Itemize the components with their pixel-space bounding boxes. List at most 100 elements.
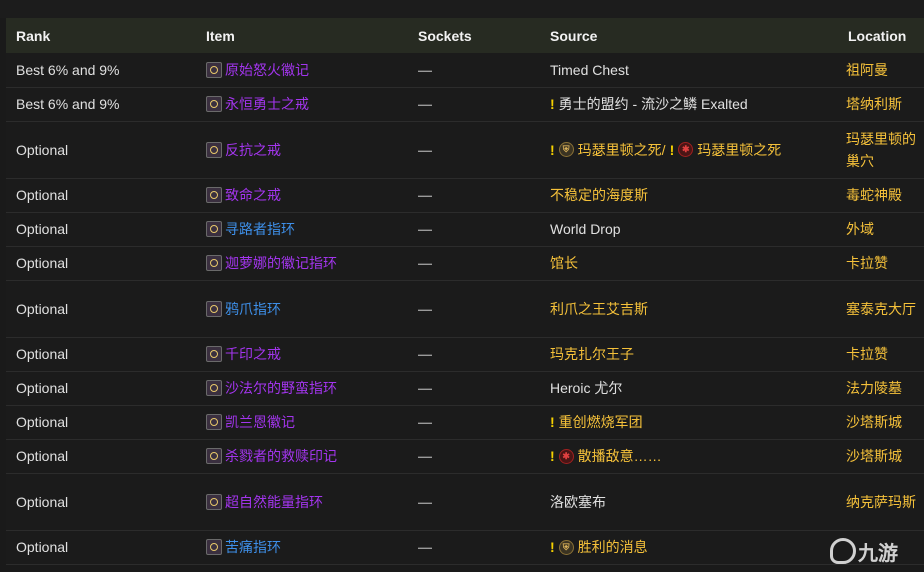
location-link[interactable]: 外域 xyxy=(846,218,924,240)
location-link[interactable]: 沙塔斯城 xyxy=(846,445,924,467)
location-link[interactable]: 卡拉赞 xyxy=(846,343,924,365)
ring-icon[interactable] xyxy=(206,300,222,317)
item-link[interactable]: 杀戮者的救赎印记 xyxy=(225,446,337,466)
ring-icon[interactable] xyxy=(206,539,222,555)
table-row: Optional 致命之戒 — 不稳定的海度斯 毒蛇神殿 xyxy=(6,178,924,212)
item-link[interactable]: 千印之戒 xyxy=(225,344,281,364)
location-cell: 玛瑟里顿的巢穴 xyxy=(838,121,924,178)
item-cell: 致命之戒 xyxy=(196,178,408,212)
location-link[interactable]: 沙塔斯城 xyxy=(846,411,924,433)
rank-cell: Optional xyxy=(16,346,69,362)
location-link[interactable]: 塞泰克大厅 xyxy=(846,298,924,320)
location-cell: 沙塔斯城 xyxy=(838,405,924,439)
sockets-cell: — xyxy=(418,221,432,237)
item-cell: 苦痛指环 xyxy=(196,530,408,564)
rank-cell: Best 6% and 9% xyxy=(16,61,120,78)
item-cell: 永恒勇士之戒 xyxy=(196,87,408,121)
source-link[interactable]: 玛瑟里顿之死/ xyxy=(578,140,666,160)
sockets-cell: — xyxy=(418,61,432,78)
top-band xyxy=(0,0,924,18)
item-cell: 寻路者指环 xyxy=(196,212,408,246)
item-link[interactable]: 原始怒火徽记 xyxy=(225,60,309,80)
location-cell: 纳克萨玛斯 xyxy=(838,473,924,530)
header-rank[interactable]: Rank xyxy=(6,18,196,53)
ring-icon[interactable] xyxy=(206,448,222,464)
source-cell: 玛克扎尔王子 xyxy=(540,337,838,371)
item-link[interactable]: 凯兰恩徽记 xyxy=(225,412,295,432)
ring-icon[interactable] xyxy=(206,187,222,203)
table-row: Optional 苦痛指环 —! ⛨ 胜利的消息 xyxy=(6,530,924,564)
item-cell: 反抗之戒 xyxy=(196,121,408,178)
table-row: Optional 凯兰恩徽记 —! 重创燃烧军团 沙塔斯城 xyxy=(6,405,924,439)
source-link[interactable]: Timed Chest xyxy=(550,62,629,78)
item-link[interactable]: 永恒勇士之戒 xyxy=(225,94,309,114)
location-link[interactable]: 纳克萨玛斯 xyxy=(846,491,924,513)
header-source[interactable]: Source xyxy=(540,18,838,53)
source-cell: ! ⛨ 玛瑟里顿之死/! ✱ 玛瑟里顿之死 xyxy=(540,121,838,178)
header-item[interactable]: Item xyxy=(196,18,408,53)
rank-cell: Optional xyxy=(16,141,69,158)
source-cell: Timed Chest xyxy=(540,53,838,87)
item-link[interactable]: 致命之戒 xyxy=(225,185,281,205)
location-cell: 塔纳利斯 xyxy=(838,87,924,121)
rank-cell: Optional xyxy=(16,448,69,464)
site-watermark: 九游 xyxy=(830,532,920,570)
header-location[interactable]: Location xyxy=(838,18,924,53)
source-link[interactable]: Heroic 尤尔 xyxy=(550,378,622,398)
ring-icon[interactable] xyxy=(206,493,222,510)
item-link[interactable]: 寻路者指环 xyxy=(225,219,295,239)
ring-icon[interactable] xyxy=(206,346,222,362)
source-link[interactable]: 洛欧塞布 xyxy=(550,492,606,512)
sockets-cell: — xyxy=(418,141,432,158)
alliance-icon: ⛨ xyxy=(558,539,574,555)
location-link[interactable]: 祖阿曼 xyxy=(846,59,924,81)
source-link[interactable]: 勇士的盟约 - 流沙之鳞 Exalted xyxy=(559,94,748,114)
location-link[interactable]: 塔纳利斯 xyxy=(846,93,924,115)
item-cell: 沙法尔的野蛮指环 xyxy=(196,371,408,405)
source-link[interactable]: 玛瑟里顿之死 xyxy=(697,140,781,160)
table-row: Optional 反抗之戒 — ! ⛨ 玛瑟里顿之死/! ✱ 玛瑟里顿之死 玛瑟里顿的巢穴 xyxy=(6,121,924,178)
header-sockets[interactable]: Sockets xyxy=(408,18,540,53)
item-cell: 迦萝娜的徽记指环 xyxy=(196,246,408,280)
item-link[interactable]: 沙法尔的野蛮指环 xyxy=(225,378,337,398)
source-link[interactable]: 不稳定的海度斯 xyxy=(550,185,648,205)
rank-cell: Optional xyxy=(16,255,69,271)
table-header-row: Rank Item Sockets Source Location xyxy=(6,18,924,53)
source-cell: ! ⛨ 胜利的消息 xyxy=(540,530,838,564)
source-link[interactable]: 玛克扎尔王子 xyxy=(550,344,634,364)
source-link[interactable]: 馆长 xyxy=(550,253,578,273)
ring-icon[interactable] xyxy=(206,414,222,430)
location-cell: 法力陵墓 xyxy=(838,371,924,405)
source-link[interactable]: 利爪之王艾吉斯 xyxy=(550,299,648,319)
item-link[interactable]: 苦痛指环 xyxy=(225,537,281,557)
source-link[interactable]: 重创燃烧军团 xyxy=(559,412,643,432)
ring-icon[interactable] xyxy=(206,380,222,396)
item-link[interactable]: 鸦爪指环 xyxy=(225,299,281,319)
table-row: Best 6% and 9% 原始怒火徽记 — Timed Chest 祖阿曼 xyxy=(6,53,924,87)
item-link[interactable]: 反抗之戒 xyxy=(225,140,281,160)
source-link[interactable]: World Drop xyxy=(550,221,621,237)
ring-icon[interactable] xyxy=(206,61,222,78)
ring-icon[interactable] xyxy=(206,255,222,271)
source-link[interactable]: 胜利的消息 xyxy=(578,537,648,557)
ring-icon[interactable] xyxy=(206,221,222,237)
location-link[interactable]: 法力陵墓 xyxy=(846,377,924,399)
source-link[interactable]: 散播敌意…… xyxy=(578,446,662,466)
item-link[interactable]: 迦萝娜的徽记指环 xyxy=(225,253,337,273)
item-link[interactable]: 超自然能量指环 xyxy=(225,492,323,512)
sockets-cell: — xyxy=(418,346,432,362)
location-link[interactable]: 毒蛇神殿 xyxy=(846,184,924,206)
table-row: Best 6% and 9% 永恒勇士之戒 —! 勇士的盟约 - 流沙之鳞 Exalt… xyxy=(6,87,924,121)
rank-cell: Optional xyxy=(16,221,69,237)
ring-icon[interactable] xyxy=(206,96,222,112)
horde-icon: ✱ xyxy=(558,448,574,464)
location-link[interactable]: 卡拉赞 xyxy=(846,252,924,274)
table-row: Optional 沙法尔的野蛮指环 — Heroic 尤尔 法力陵墓 xyxy=(6,371,924,405)
table-row: Optional 寻路者指环 — World Drop 外域 xyxy=(6,212,924,246)
sockets-cell: — xyxy=(418,380,432,396)
horde-icon: ✱ xyxy=(678,142,694,157)
ring-icon[interactable] xyxy=(206,141,222,158)
location-link[interactable]: 玛瑟里顿的巢穴 xyxy=(846,128,924,172)
rank-cell: Optional xyxy=(16,493,69,510)
source-cell: ! ✱ 散播敌意…… xyxy=(540,439,838,473)
